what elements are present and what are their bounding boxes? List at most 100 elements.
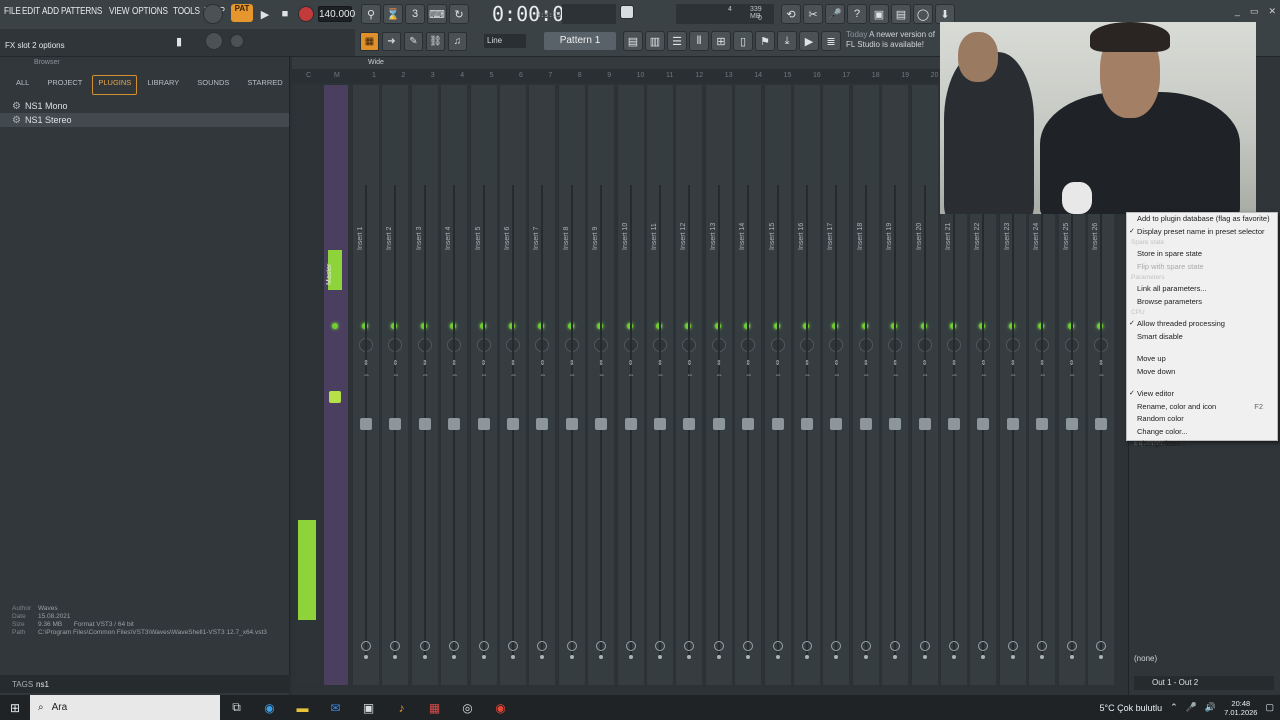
route-dot[interactable] xyxy=(569,655,574,659)
notification-icon[interactable]: ▢ xyxy=(1265,702,1274,713)
arrow-right-icon[interactable]: ➜ xyxy=(382,31,401,51)
tags-search-input[interactable]: ns1 xyxy=(36,680,49,689)
volume-arrow-icon[interactable]: ⇕ xyxy=(980,360,986,367)
tray-chevron-icon[interactable]: ⌃ xyxy=(1170,702,1178,713)
stereo-separation-knob[interactable] xyxy=(596,641,607,651)
volume-arrow-icon[interactable]: ⇕ xyxy=(657,360,663,367)
insert-strip[interactable]: Insert 7 ⇕ ⇔ xyxy=(528,85,556,685)
windows-start-icon[interactable]: ⊞ xyxy=(0,695,30,720)
fl-studio-icon[interactable]: ♪ xyxy=(385,695,418,720)
store-icon[interactable]: ▣ xyxy=(352,695,385,720)
weather-widget[interactable]: 5°C Çok bulutlu xyxy=(1099,703,1162,713)
browser-item[interactable]: ⚙ NS1 Mono xyxy=(0,99,289,113)
volume-fader[interactable] xyxy=(918,418,931,430)
volume-fader[interactable] xyxy=(1065,418,1078,430)
stereo-separation-knob[interactable] xyxy=(713,641,724,651)
context-menu-item[interactable]: Change color... xyxy=(1127,426,1277,439)
news-panel[interactable]: Today A newer version of FL Studio is ava… xyxy=(846,30,935,50)
context-menu-item[interactable]: Change icon... xyxy=(1127,438,1277,451)
output-select[interactable]: Out 1 - Out 2 xyxy=(1134,676,1274,690)
volume-arrow-icon[interactable]: ⇕ xyxy=(539,360,545,367)
insert-strip[interactable]: Insert 5 ⇕ ⇔ xyxy=(469,85,497,685)
stamp-icon[interactable]: ♫ xyxy=(448,31,467,51)
stereo-arrow-icon[interactable]: ⇔ xyxy=(922,372,929,379)
wait-icon[interactable]: ⌛ xyxy=(383,4,403,24)
volume-arrow-icon[interactable]: ⇕ xyxy=(804,360,810,367)
plugin-picker-icon[interactable]: ▯ xyxy=(733,31,753,51)
stereo-arrow-icon[interactable]: ⇔ xyxy=(539,372,546,379)
loop-record-icon[interactable]: ↻ xyxy=(449,4,469,24)
volume-arrow-icon[interactable]: ⇕ xyxy=(1010,360,1016,367)
play-button[interactable]: ▶ xyxy=(255,4,275,24)
edge-icon[interactable]: ◉ xyxy=(253,695,286,720)
volume-arrow-icon[interactable]: ⇕ xyxy=(892,360,898,367)
context-menu-item[interactable]: Display preset name in preset selector xyxy=(1127,226,1277,239)
volume-arrow-icon[interactable]: ⇕ xyxy=(745,360,751,367)
mixer-icon[interactable]: ✂ xyxy=(803,4,823,24)
countdown-icon[interactable]: 3 xyxy=(405,4,425,24)
volume-fader[interactable] xyxy=(683,418,696,430)
volume-arrow-icon[interactable]: ⇕ xyxy=(392,360,398,367)
route-dot[interactable] xyxy=(863,655,868,659)
volume-fader[interactable] xyxy=(859,418,872,430)
volume-fader[interactable] xyxy=(477,418,490,430)
insert-strip[interactable]: Insert 8 ⇕ ⇔ xyxy=(557,85,585,685)
stereo-separation-knob[interactable] xyxy=(949,641,959,651)
context-menu-item[interactable]: Browse parameters xyxy=(1127,296,1277,309)
step-edit-icon[interactable]: ⌨ xyxy=(427,4,447,24)
volume-arrow-icon[interactable]: ⇕ xyxy=(481,360,487,367)
volume-fader[interactable] xyxy=(977,418,990,430)
stereo-arrow-icon[interactable]: ⇔ xyxy=(392,372,399,379)
route-dot[interactable] xyxy=(1099,655,1103,659)
route-dot[interactable] xyxy=(952,655,956,659)
stereo-separation-knob[interactable] xyxy=(890,641,901,651)
insert-strip[interactable]: Insert 9 ⇕ ⇔ xyxy=(587,85,615,685)
master-pitch-knob[interactable] xyxy=(203,4,223,24)
master-fader[interactable] xyxy=(329,391,341,403)
notes-icon[interactable]: ≣ xyxy=(821,31,841,51)
route-dot[interactable] xyxy=(1040,655,1045,659)
tab-sounds[interactable]: SOUNDS xyxy=(189,75,237,95)
insert-strip[interactable]: Insert 14 ⇕ ⇔ xyxy=(734,85,762,685)
stereo-arrow-icon[interactable]: ⇔ xyxy=(363,372,370,379)
stereo-separation-knob[interactable] xyxy=(1096,641,1106,651)
volume-fader[interactable] xyxy=(889,418,902,430)
taskbar-clock[interactable]: 20:48 7.01.2026 xyxy=(1224,699,1257,717)
volume-arrow-icon[interactable]: ⇕ xyxy=(775,360,781,367)
menu-edit[interactable]: EDIT xyxy=(22,6,43,22)
volume-fader[interactable] xyxy=(742,418,755,430)
volume-icon[interactable]: 🔊 xyxy=(1205,702,1216,713)
route-dot[interactable] xyxy=(746,655,751,659)
chrome-icon[interactable]: ◉ xyxy=(484,695,517,720)
route-dot[interactable] xyxy=(599,655,604,659)
piano-roll-icon[interactable]: ▥ xyxy=(645,31,665,51)
playlist-icon[interactable]: ▦ xyxy=(360,31,379,51)
stereo-separation-knob[interactable] xyxy=(1066,641,1077,651)
insert-strip[interactable]: Insert 18 ⇕ ⇔ xyxy=(851,85,879,685)
stereo-separation-knob[interactable] xyxy=(419,641,430,651)
volume-fader[interactable] xyxy=(624,418,637,430)
route-dot[interactable] xyxy=(422,655,427,659)
volume-arrow-icon[interactable]: ⇕ xyxy=(451,360,457,367)
link-icon[interactable]: ⛓ xyxy=(426,31,445,51)
panel-toggle-icon[interactable] xyxy=(620,5,634,19)
insert-strip[interactable]: Insert 1 ⇕ ⇔ xyxy=(352,85,379,685)
stereo-arrow-icon[interactable]: ⇔ xyxy=(422,372,429,379)
volume-arrow-icon[interactable]: ⇕ xyxy=(951,360,957,367)
file-explorer-icon[interactable]: ▬ xyxy=(286,695,319,720)
browser-icon[interactable]: ⊞ xyxy=(711,31,731,51)
menu-options[interactable]: OPTIONS xyxy=(132,6,171,22)
master-pitch-knob-2[interactable] xyxy=(230,34,244,48)
render-icon[interactable]: ▤ xyxy=(891,4,911,24)
taskbar-search[interactable]: ⌕ Ara xyxy=(30,695,220,720)
mixer-window-icon[interactable]: ⫴ xyxy=(689,31,709,51)
route-dot[interactable] xyxy=(481,655,486,659)
volume-arrow-icon[interactable]: ⇕ xyxy=(716,360,722,367)
stereo-separation-knob[interactable] xyxy=(684,641,695,651)
stereo-separation-knob[interactable] xyxy=(1037,641,1048,651)
maximize-icon[interactable]: ▭ xyxy=(1250,6,1259,17)
pattern-song-toggle[interactable]: PAT xyxy=(231,4,253,22)
chat-icon[interactable]: ◯ xyxy=(913,4,933,24)
record-button[interactable] xyxy=(298,6,314,22)
insert-strip[interactable]: Insert 4 ⇕ ⇔ xyxy=(440,85,468,685)
